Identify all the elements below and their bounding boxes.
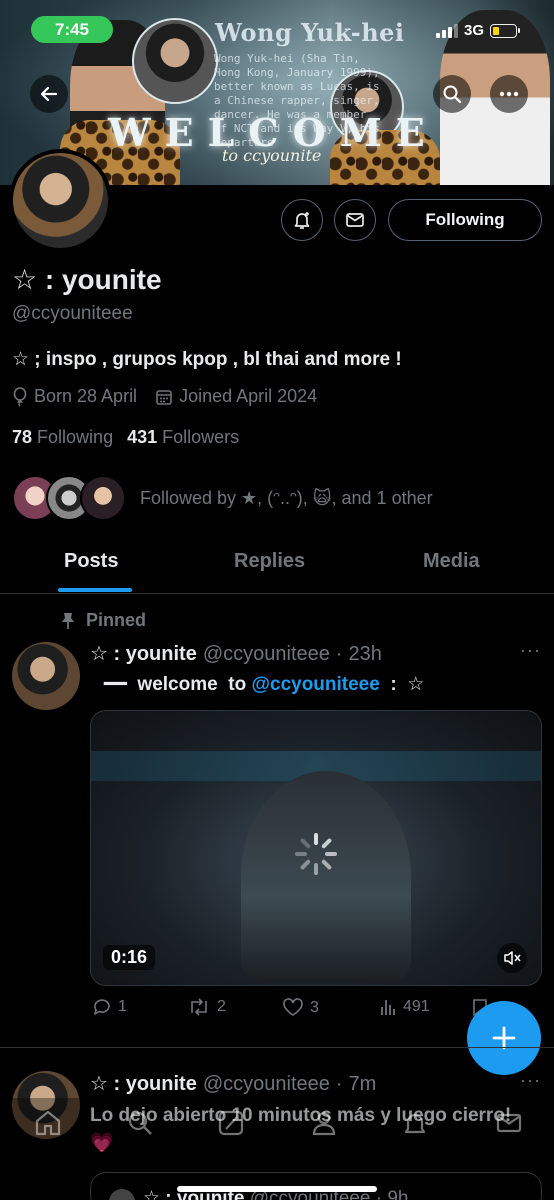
post-time[interactable]: 23h [349, 643, 382, 666]
envelope-icon [346, 213, 364, 227]
followers-count: 431 [127, 427, 158, 447]
back-arrow-icon [40, 86, 58, 102]
profile-meta: Born 28 April Joined April 2024 [12, 386, 317, 407]
signal-icon [436, 23, 458, 38]
home-indicator [177, 1186, 377, 1192]
repost-action[interactable]: 2 [187, 998, 226, 1016]
following-count: 78 [12, 427, 33, 447]
like-action[interactable]: 3 [282, 998, 319, 1017]
notifications-nav-icon[interactable] [400, 1108, 430, 1138]
banner-subtitle: to ccyounite [222, 146, 322, 165]
status-indicators: 3G [436, 22, 521, 39]
battery-icon [490, 23, 521, 38]
post-header: ☆ : younite @ccyouniteee · 23h [90, 641, 382, 666]
views-action[interactable]: 491 [379, 998, 430, 1016]
tab-replies[interactable]: Replies [234, 550, 305, 573]
joined-info: Joined April 2024 [155, 386, 317, 407]
grok-icon[interactable] [216, 1108, 246, 1138]
tab-posts[interactable]: Posts [64, 550, 118, 573]
followed-by[interactable]: Followed by ★, (ᵔ..ᵔ), 🙀, and 1 other [12, 475, 433, 521]
profile-avatar[interactable] [9, 149, 112, 252]
post-divider [0, 1047, 554, 1048]
post-separator-2: · [335, 1073, 343, 1095]
post-time-2[interactable]: 7m [349, 1073, 377, 1096]
heart-icon [283, 998, 303, 1016]
followers-stat[interactable]: 431 Followers [127, 427, 239, 448]
post-header-2: ☆ : younite @ccyouniteee · 7m [90, 1071, 376, 1096]
quoted-avatar [109, 1189, 135, 1200]
post-avatar[interactable] [12, 642, 80, 710]
back-button[interactable] [30, 75, 68, 113]
following-button[interactable]: Following [388, 199, 542, 241]
calendar-icon [156, 389, 172, 405]
tab-media[interactable]: Media [423, 550, 480, 573]
repost-count: 2 [217, 998, 226, 1015]
bell-plus-icon [294, 212, 310, 229]
compose-button[interactable] [467, 1001, 541, 1075]
born-info: Born 28 April [12, 386, 137, 407]
followers-label: Followers [162, 427, 240, 447]
post-author-name-2[interactable]: ☆ : younite [90, 1071, 197, 1096]
more-horizontal-icon [499, 91, 519, 97]
views-count: 491 [403, 998, 430, 1015]
profile-display-name: ☆ : younite [12, 264, 162, 295]
banner-title: Wong Yuk-hei [215, 18, 405, 47]
profile-bio: ☆ ; inspo , grupos kpop , bl thai and mo… [12, 349, 402, 370]
mute-button[interactable] [497, 943, 527, 973]
joined-date: Joined April 2024 [179, 386, 318, 406]
follower-avatar-3 [80, 475, 126, 521]
pinned-text: Pinned [86, 610, 147, 630]
post-author-handle[interactable]: @ccyouniteee [203, 643, 330, 666]
message-button[interactable] [334, 199, 376, 241]
post-more-icon[interactable]: ··· [520, 640, 541, 661]
notifications-button[interactable] [281, 199, 323, 241]
following-label: Following [37, 427, 114, 447]
like-count: 3 [310, 998, 319, 1016]
communities-icon[interactable] [308, 1108, 340, 1138]
status-time: 7:45 [31, 16, 113, 43]
video-duration: 0:16 [103, 945, 156, 970]
speaker-muted-icon [504, 951, 521, 965]
post-video[interactable]: 0:16 [90, 710, 542, 986]
search-icon [443, 85, 462, 104]
search-nav-icon[interactable] [125, 1108, 155, 1138]
views-chart-icon [381, 1000, 395, 1015]
post-actions: 1 2 3 491 [92, 998, 512, 1024]
pin-icon [62, 612, 74, 629]
search-button[interactable] [433, 75, 471, 113]
post-separator: · [335, 643, 343, 665]
reply-action[interactable]: 1 [92, 998, 127, 1016]
born-date: Born 28 April [34, 386, 138, 406]
follow-stats: 78 Following 431 Followers [12, 427, 239, 448]
repost-icon [191, 998, 207, 1016]
network-type: 3G [464, 22, 485, 39]
post-text-prefix: ━━ welcome to [104, 674, 252, 695]
active-tab-indicator [58, 588, 132, 592]
post-text: ━━ welcome to @ccyouniteee : ☆ [104, 673, 424, 696]
more-options-button[interactable] [490, 75, 528, 113]
quoted-time: 9h [387, 1188, 409, 1200]
reply-count: 1 [118, 998, 127, 1015]
profile-tabs: Posts Replies Media [0, 540, 554, 594]
post-author-handle-2[interactable]: @ccyouniteee [203, 1073, 330, 1096]
messages-nav-icon[interactable] [494, 1108, 524, 1138]
balloon-icon [13, 386, 27, 406]
post-more-icon-2[interactable]: ··· [520, 1070, 541, 1091]
home-icon[interactable] [33, 1108, 63, 1138]
post-author-name[interactable]: ☆ : younite [90, 641, 197, 666]
bottom-navigation [0, 1098, 554, 1150]
loading-spinner-icon [295, 833, 337, 875]
pinned-label: Pinned [60, 610, 146, 631]
banner-circle-photo-1 [132, 18, 218, 104]
following-stat[interactable]: 78 Following [12, 427, 113, 448]
followed-by-text: Followed by ★, (ᵔ..ᵔ), 🙀, and 1 other [140, 487, 433, 508]
post-mention[interactable]: @ccyouniteee [251, 674, 379, 695]
reply-icon [94, 999, 110, 1015]
post-text-suffix: : ☆ [379, 674, 425, 695]
profile-handle: @ccyouniteee [12, 303, 133, 324]
